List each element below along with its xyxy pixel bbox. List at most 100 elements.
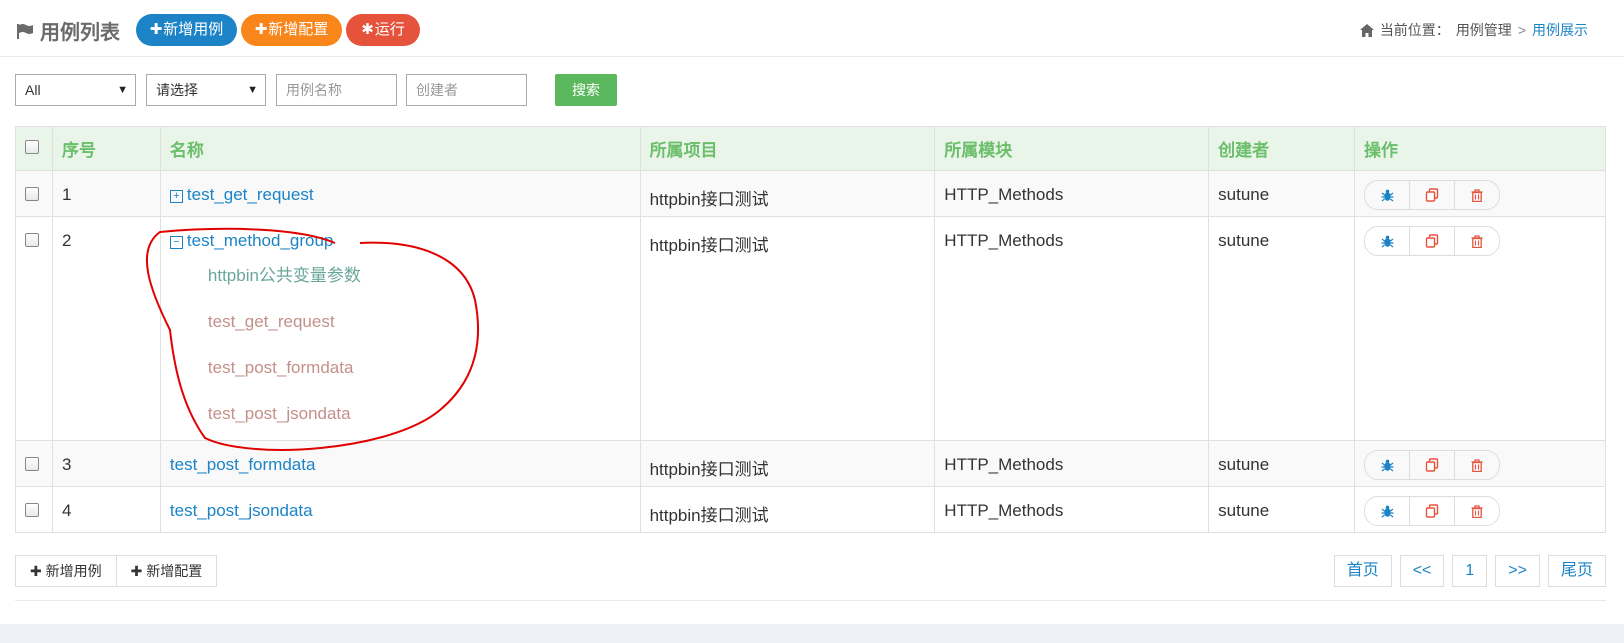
- group-child-item[interactable]: test_post_formdata: [170, 358, 631, 378]
- plus-icon: ✚: [30, 563, 46, 579]
- row-creator: sutune: [1208, 486, 1356, 533]
- top-bar: 用例列表 ✚新增用例 ✚新增配置 ✱运行 当前位置： 用例管理 > 用例展示: [0, 0, 1624, 57]
- delete-case-button[interactable]: [1455, 181, 1499, 209]
- case-name-input[interactable]: 用例名称: [276, 74, 397, 106]
- run-case-button[interactable]: [1365, 181, 1411, 209]
- add-case-button[interactable]: ✚新增用例: [136, 14, 237, 46]
- header-checkbox-cell: [15, 126, 53, 171]
- case-name-link[interactable]: test_post_formdata: [170, 455, 316, 474]
- caret-down-icon: ▼: [247, 84, 258, 96]
- copy-case-button[interactable]: [1410, 227, 1456, 255]
- module-select[interactable]: 请选择 ▼: [146, 74, 266, 106]
- row-module: HTTP_Methods: [934, 486, 1210, 533]
- column-header: 序号: [51, 126, 161, 171]
- row-actions: [1364, 496, 1501, 526]
- prev-page-button[interactable]: <<: [1399, 555, 1445, 587]
- run-case-button[interactable]: [1365, 497, 1411, 525]
- plus-icon: ✚: [254, 21, 268, 38]
- bug-icon: [1381, 189, 1394, 201]
- add-case-label: 新增用例: [163, 21, 224, 38]
- row-creator: sutune: [1208, 170, 1356, 217]
- row-checkbox[interactable]: [25, 503, 39, 517]
- breadcrumb-prefix: 当前位置：: [1379, 22, 1450, 38]
- last-page-button[interactable]: 尾页: [1547, 555, 1606, 587]
- copy-icon: [1425, 504, 1439, 518]
- bottom-add-case-label: 新增用例: [45, 563, 102, 579]
- current-page-button[interactable]: 1: [1452, 555, 1488, 587]
- case-name-link[interactable]: test_method_group: [187, 231, 334, 250]
- case-name-link[interactable]: test_post_jsondata: [170, 501, 313, 520]
- row-checkbox[interactable]: [25, 233, 39, 247]
- bug-icon: [1381, 505, 1394, 517]
- project-select-value: All: [25, 82, 41, 98]
- column-header: 所属模块: [934, 126, 1210, 171]
- row-index: 1: [51, 170, 161, 217]
- flag-icon: [17, 23, 33, 39]
- bottom-add-config-label: 新增配置: [146, 563, 203, 579]
- row-creator: sutune: [1208, 440, 1356, 487]
- row-actions: [1364, 226, 1501, 256]
- row-module: HTTP_Methods: [934, 216, 1210, 441]
- expand-icon[interactable]: +: [169, 190, 183, 203]
- copy-icon: [1425, 188, 1439, 202]
- table-row: 3 test_post_formdata httpbin接口测试 HTTP_Me…: [15, 440, 1606, 487]
- column-header: 所属项目: [639, 126, 936, 171]
- creator-placeholder: 创建者: [416, 82, 458, 98]
- case-name-placeholder: 用例名称: [286, 82, 342, 98]
- page-title: 用例列表: [16, 16, 120, 45]
- row-checkbox[interactable]: [25, 187, 39, 201]
- row-creator: sutune: [1208, 216, 1356, 441]
- select-all-checkbox[interactable]: [25, 139, 39, 154]
- home-icon: [1359, 23, 1374, 37]
- row-index: 2: [51, 216, 161, 441]
- copy-case-button[interactable]: [1410, 451, 1456, 479]
- copy-case-button[interactable]: [1410, 181, 1456, 209]
- delete-case-button[interactable]: [1455, 227, 1499, 255]
- breadcrumb: 当前位置： 用例管理 > 用例展示: [1359, 20, 1588, 40]
- bottom-add-case-button[interactable]: ✚ 新增用例: [15, 555, 117, 587]
- row-module: HTTP_Methods: [934, 170, 1210, 217]
- collapse-icon[interactable]: −: [169, 236, 183, 249]
- copy-icon: [1425, 234, 1439, 248]
- column-header: 名称: [159, 126, 641, 171]
- next-page-button[interactable]: >>: [1495, 555, 1540, 587]
- footer-band: [0, 624, 1624, 643]
- table-row: 2 − test_method_group httpbin公共变量参数 test_…: [15, 216, 1606, 441]
- module-select-value: 请选择: [156, 82, 198, 98]
- row-actions: [1364, 450, 1501, 480]
- group-child-item[interactable]: test_post_jsondata: [170, 404, 631, 424]
- bottom-actions: ✚ 新增用例 ✚ 新增配置: [15, 555, 218, 587]
- run-label: 运行: [374, 21, 405, 38]
- search-button[interactable]: 搜索: [555, 74, 617, 106]
- bug-icon: [1381, 459, 1394, 471]
- creator-input[interactable]: 创建者: [406, 74, 527, 106]
- add-config-button[interactable]: ✚新增配置: [241, 14, 342, 46]
- row-module: HTTP_Methods: [934, 440, 1210, 487]
- row-checkbox[interactable]: [25, 457, 39, 471]
- first-page-button[interactable]: 首页: [1333, 555, 1392, 587]
- run-button[interactable]: ✱运行: [346, 14, 420, 46]
- delete-case-button[interactable]: [1455, 497, 1499, 525]
- group-child-item[interactable]: test_get_request: [170, 312, 631, 332]
- project-select[interactable]: All ▼: [15, 74, 136, 106]
- row-index: 3: [51, 440, 161, 487]
- footer-divider: [15, 600, 1606, 601]
- trash-icon: [1471, 234, 1483, 248]
- copy-case-button[interactable]: [1410, 497, 1456, 525]
- breadcrumb-current[interactable]: 用例展示: [1532, 20, 1588, 40]
- delete-case-button[interactable]: [1455, 451, 1499, 479]
- group-child-item[interactable]: httpbin公共变量参数: [170, 261, 631, 286]
- table-row: 4 test_post_jsondata httpbin接口测试 HTTP_Me…: [15, 486, 1606, 533]
- breadcrumb-parent[interactable]: 用例管理: [1456, 20, 1512, 40]
- bottom-add-config-button[interactable]: ✚ 新增配置: [116, 555, 218, 587]
- bug-icon: [1381, 235, 1394, 247]
- run-case-button[interactable]: [1365, 451, 1411, 479]
- run-case-button[interactable]: [1365, 227, 1411, 255]
- plus-icon: ✚: [149, 21, 163, 38]
- breadcrumb-separator: >: [1517, 22, 1526, 38]
- column-header: 操作: [1354, 126, 1606, 171]
- page-title-text: 用例列表: [40, 22, 120, 44]
- case-name-link[interactable]: test_get_request: [187, 185, 314, 204]
- pagination: 首页 << 1 >> 尾页: [1333, 555, 1606, 587]
- trash-icon: [1471, 504, 1483, 518]
